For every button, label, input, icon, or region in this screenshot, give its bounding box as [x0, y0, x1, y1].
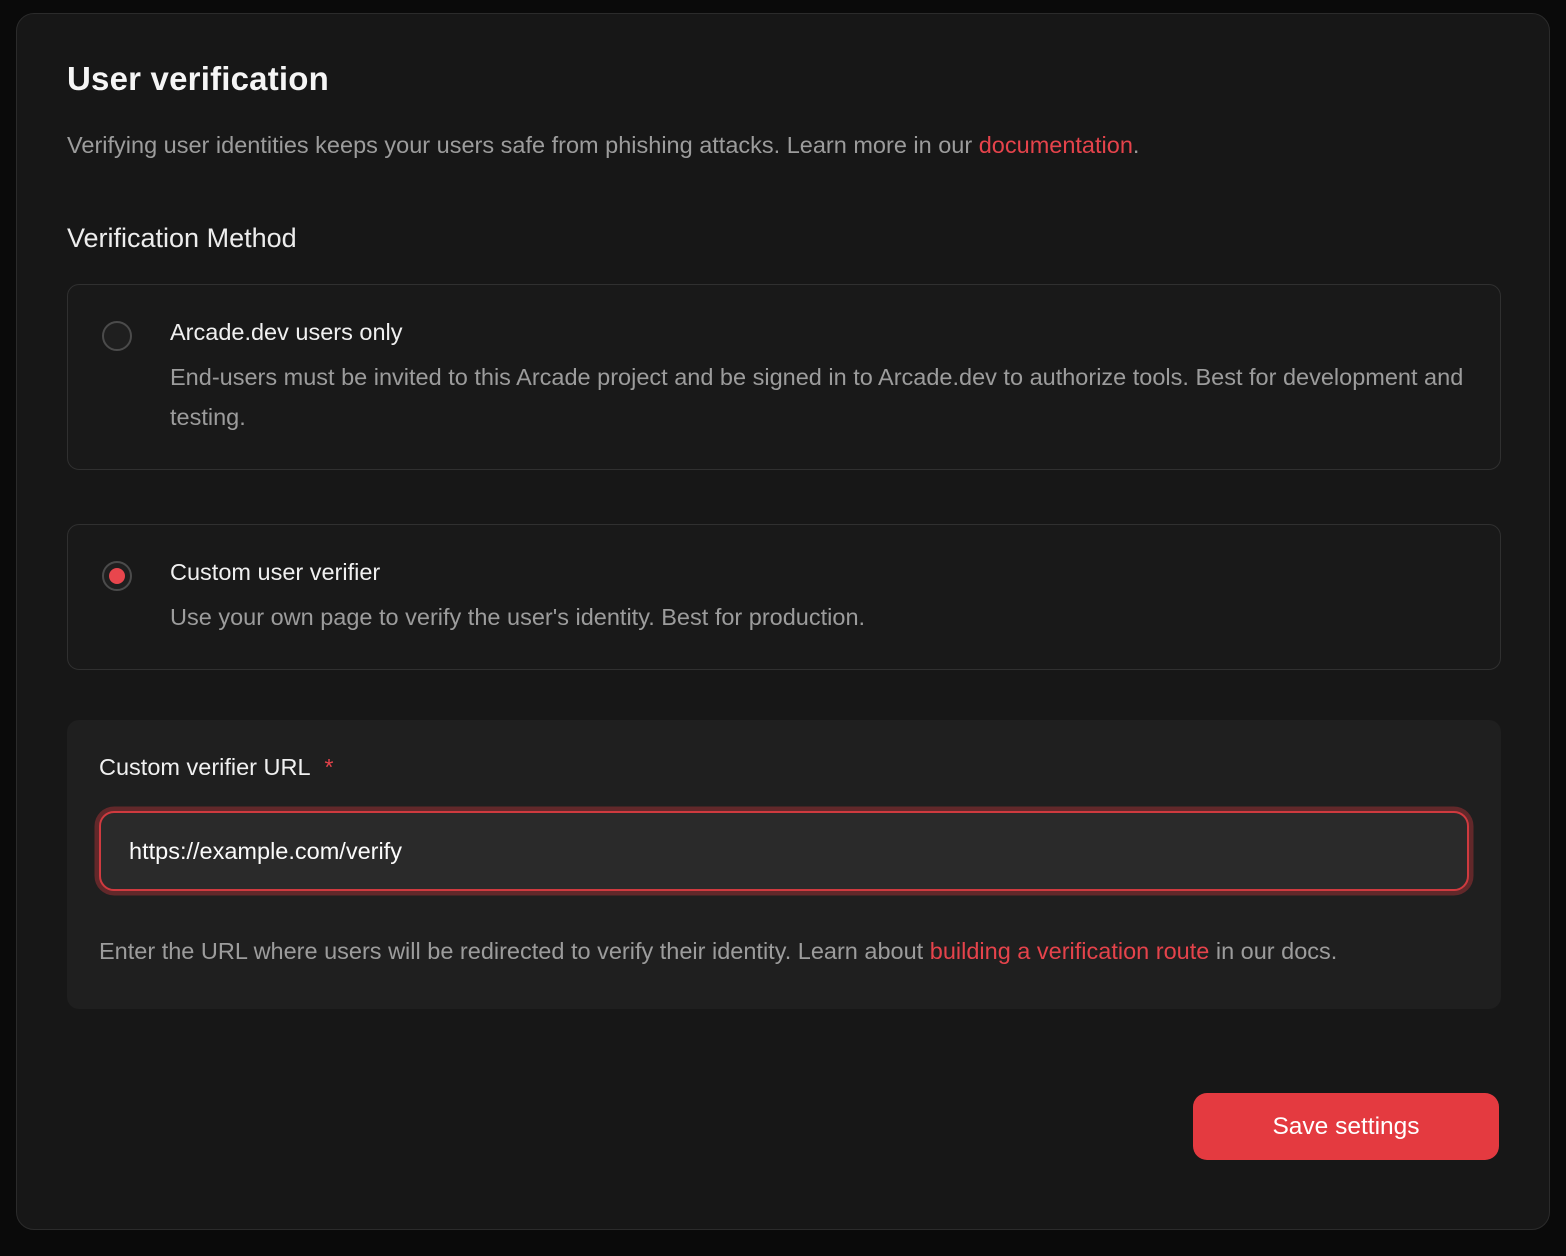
footer-actions: Save settings: [67, 1093, 1499, 1160]
custom-verifier-url-input[interactable]: [99, 811, 1469, 891]
save-settings-button[interactable]: Save settings: [1193, 1093, 1499, 1160]
radio-arcade-users-only[interactable]: [102, 321, 132, 351]
radio-dot: [109, 568, 125, 584]
hint-text-after-link: in our docs.: [1209, 938, 1337, 964]
hint-text-before-link: Enter the URL where users will be redire…: [99, 938, 930, 964]
user-verification-settings-card: User verification Verifying user identit…: [16, 13, 1550, 1230]
building-verification-route-link[interactable]: building a verification route: [930, 938, 1210, 964]
url-label-row: Custom verifier URL *: [99, 754, 1469, 781]
page-title: User verification: [67, 60, 1499, 98]
documentation-link[interactable]: documentation: [979, 132, 1133, 158]
radio-custom-user-verifier[interactable]: [102, 561, 132, 591]
intro-text: Verifying user identities keeps your use…: [67, 125, 1499, 165]
radio-dot: [109, 328, 125, 344]
option-card-arcade-users-only[interactable]: Arcade.dev users only End-users must be …: [67, 284, 1501, 470]
option-label: Arcade.dev users only: [170, 317, 1464, 347]
required-asterisk: *: [325, 754, 334, 781]
custom-verifier-url-panel: Custom verifier URL * Enter the URL wher…: [67, 720, 1501, 1009]
option-body: Arcade.dev users only End-users must be …: [170, 317, 1464, 437]
intro-text-after-link: .: [1133, 132, 1140, 158]
option-body: Custom user verifier Use your own page t…: [170, 557, 865, 637]
url-hint-text: Enter the URL where users will be redire…: [99, 931, 1459, 971]
intro-text-before-link: Verifying user identities keeps your use…: [67, 132, 979, 158]
option-label: Custom user verifier: [170, 557, 865, 587]
option-card-custom-user-verifier[interactable]: Custom user verifier Use your own page t…: [67, 524, 1501, 670]
custom-verifier-url-label: Custom verifier URL: [99, 754, 311, 781]
verification-method-heading: Verification Method: [67, 223, 1499, 254]
option-description: Use your own page to verify the user's i…: [170, 597, 865, 637]
option-description: End-users must be invited to this Arcade…: [170, 357, 1464, 437]
